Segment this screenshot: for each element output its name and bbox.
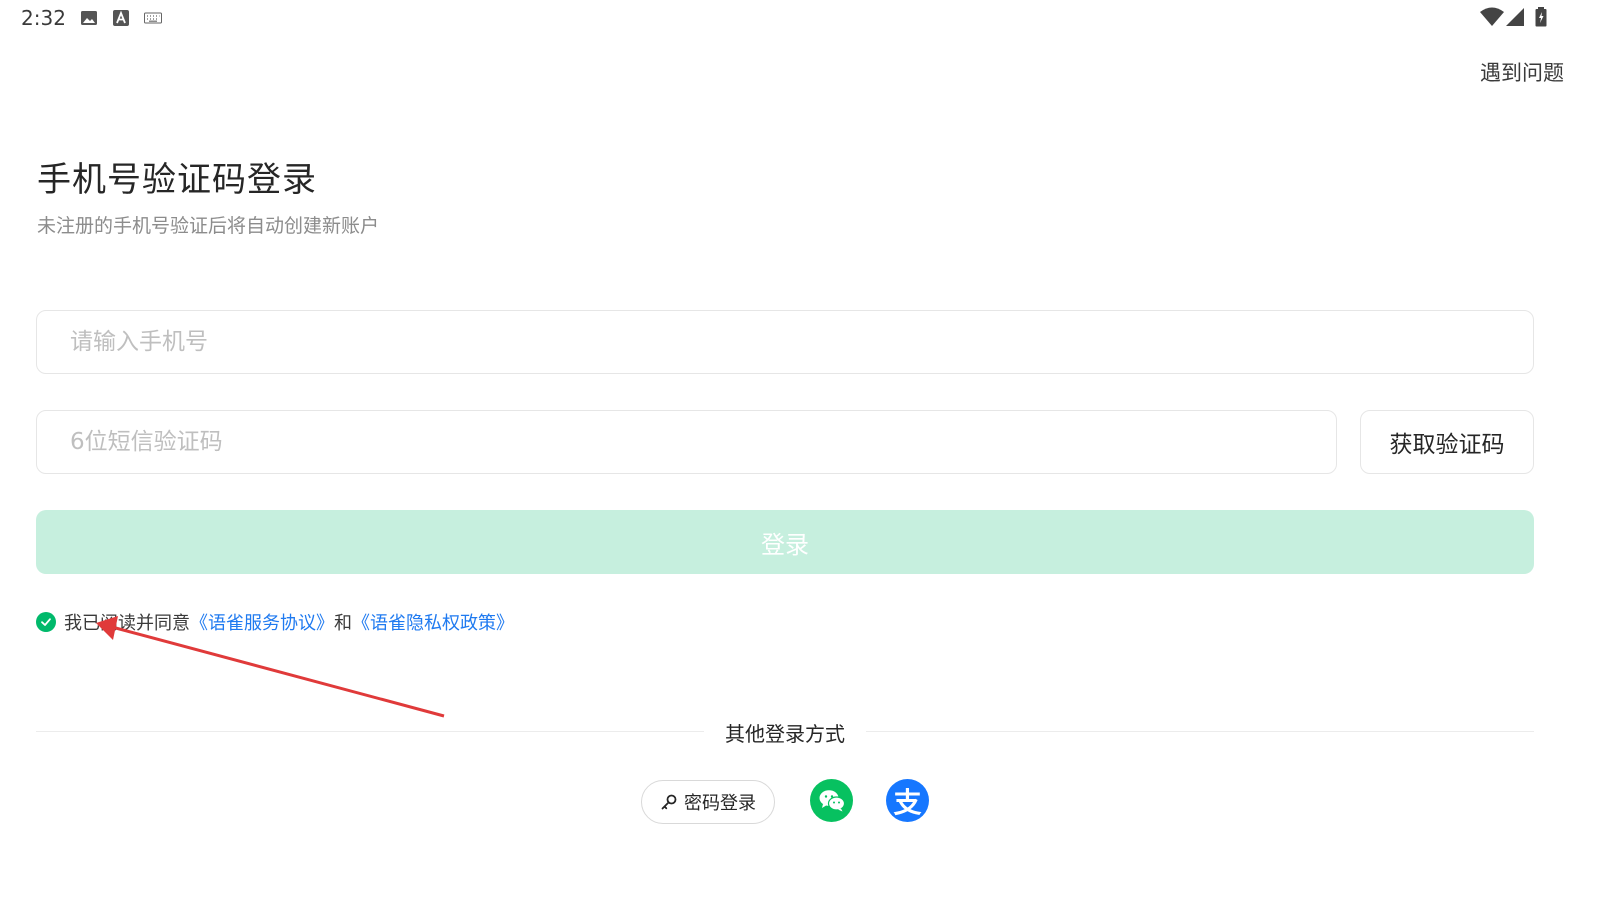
signal-icon: [1506, 8, 1524, 26]
page-subtitle: 未注册的手机号验证后将自动创建新账户: [37, 215, 380, 237]
wechat-icon: [819, 789, 845, 811]
divider-left: [36, 731, 704, 732]
battery-icon: [1535, 7, 1547, 27]
sms-code-field[interactable]: [36, 410, 1337, 474]
key-icon: [661, 794, 677, 810]
page-title: 手机号验证码登录: [37, 160, 317, 200]
keyboard-icon: [144, 12, 162, 24]
agreement-conjunction: 和: [334, 613, 352, 634]
phone-field[interactable]: [36, 310, 1534, 374]
status-time: 2:32: [21, 6, 66, 30]
help-link[interactable]: 遇到问题: [1480, 57, 1564, 87]
wechat-login-button[interactable]: [810, 779, 853, 822]
password-login-button[interactable]: 密码登录: [641, 780, 775, 824]
phone-input[interactable]: [68, 328, 1533, 356]
password-login-label: 密码登录: [684, 793, 756, 814]
wifi-icon: [1480, 7, 1504, 26]
agreement-row: 我已阅读并同意 《语雀服务协议》 和 《语雀隐私权政策》: [36, 609, 514, 635]
sms-code-input[interactable]: [68, 428, 1336, 456]
check-icon: [41, 618, 51, 626]
alipay-icon: 支: [893, 785, 922, 819]
get-code-button[interactable]: 获取验证码: [1360, 410, 1534, 474]
login-screen: 2:32 遇到问题 手机号验证码登录 未注册的手机号验证后将自动创建新账户 请输…: [0, 0, 1600, 900]
service-agreement-link[interactable]: 《语雀服务协议》: [190, 609, 334, 635]
divider-right: [866, 731, 1534, 732]
agreement-checkbox[interactable]: [36, 612, 56, 632]
image-icon: [81, 11, 97, 25]
status-bar: 2:32: [0, 0, 1600, 36]
privacy-policy-link[interactable]: 《语雀隐私权政策》: [352, 609, 514, 635]
a-icon: [113, 10, 129, 26]
agreement-prefix: 我已阅读并同意: [64, 613, 190, 634]
alipay-login-button[interactable]: 支: [886, 779, 929, 822]
other-login-title: 其他登录方式: [725, 722, 845, 746]
login-button[interactable]: 登录: [36, 510, 1534, 574]
